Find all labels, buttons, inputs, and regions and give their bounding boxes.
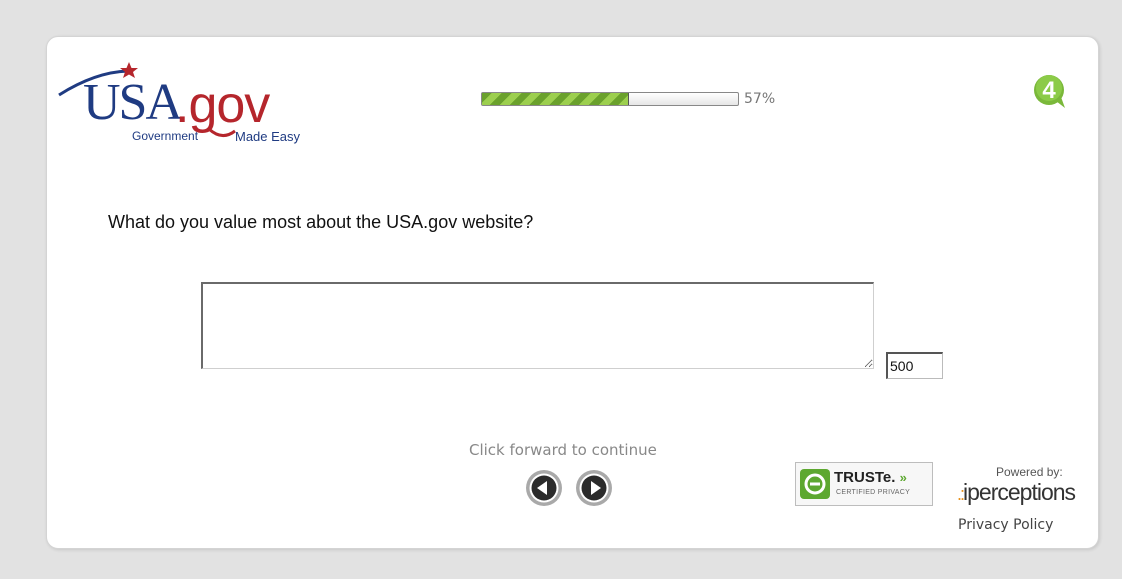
- logo-tagline-government: Government: [132, 129, 199, 143]
- truste-subtitle: CERTIFIED PRIVACY: [836, 489, 911, 496]
- truste-chevrons: »: [899, 470, 907, 485]
- circle-arrow-right-icon[interactable]: [575, 469, 613, 507]
- character-counter: 500: [886, 352, 943, 379]
- logo-gov-text: .gov: [175, 76, 270, 134]
- logo-tagline-made-easy: Made Easy: [235, 129, 301, 144]
- truste-logo-icon: [800, 469, 830, 499]
- logo-usa-text: USA: [83, 74, 183, 131]
- progress-percent: 57%: [744, 91, 776, 107]
- logo-swoosh-red-icon: [207, 127, 236, 137]
- progress-bar: [481, 92, 739, 106]
- iperceptions-name: iperceptions: [963, 479, 1076, 505]
- green-speech-bubble-icon: 4: [1034, 75, 1065, 108]
- survey-question: What do you value most about the USA.gov…: [108, 212, 534, 232]
- survey-card: USA .gov Government Made Easy 57% 4 What…: [46, 36, 1099, 549]
- circle-arrow-left-icon[interactable]: [525, 469, 563, 507]
- truste-name-text: TRUSTe.: [834, 469, 896, 486]
- powered-by-label: Powered by:: [996, 465, 1063, 479]
- usa-gov-logo: USA .gov Government Made Easy: [57, 59, 337, 149]
- badge-number: 4: [1042, 77, 1056, 104]
- truste-seal[interactable]: TRUSTe. » CERTIFIED PRIVACY: [795, 462, 933, 506]
- privacy-policy-link[interactable]: Privacy Policy: [958, 517, 1053, 533]
- progress-bar-fill: [482, 93, 629, 105]
- iperceptions-logo: .:iperceptions: [957, 479, 1076, 506]
- continue-hint: Click forward to continue: [469, 441, 657, 459]
- answer-textarea[interactable]: [201, 282, 874, 369]
- truste-name: TRUSTe. »: [834, 469, 907, 486]
